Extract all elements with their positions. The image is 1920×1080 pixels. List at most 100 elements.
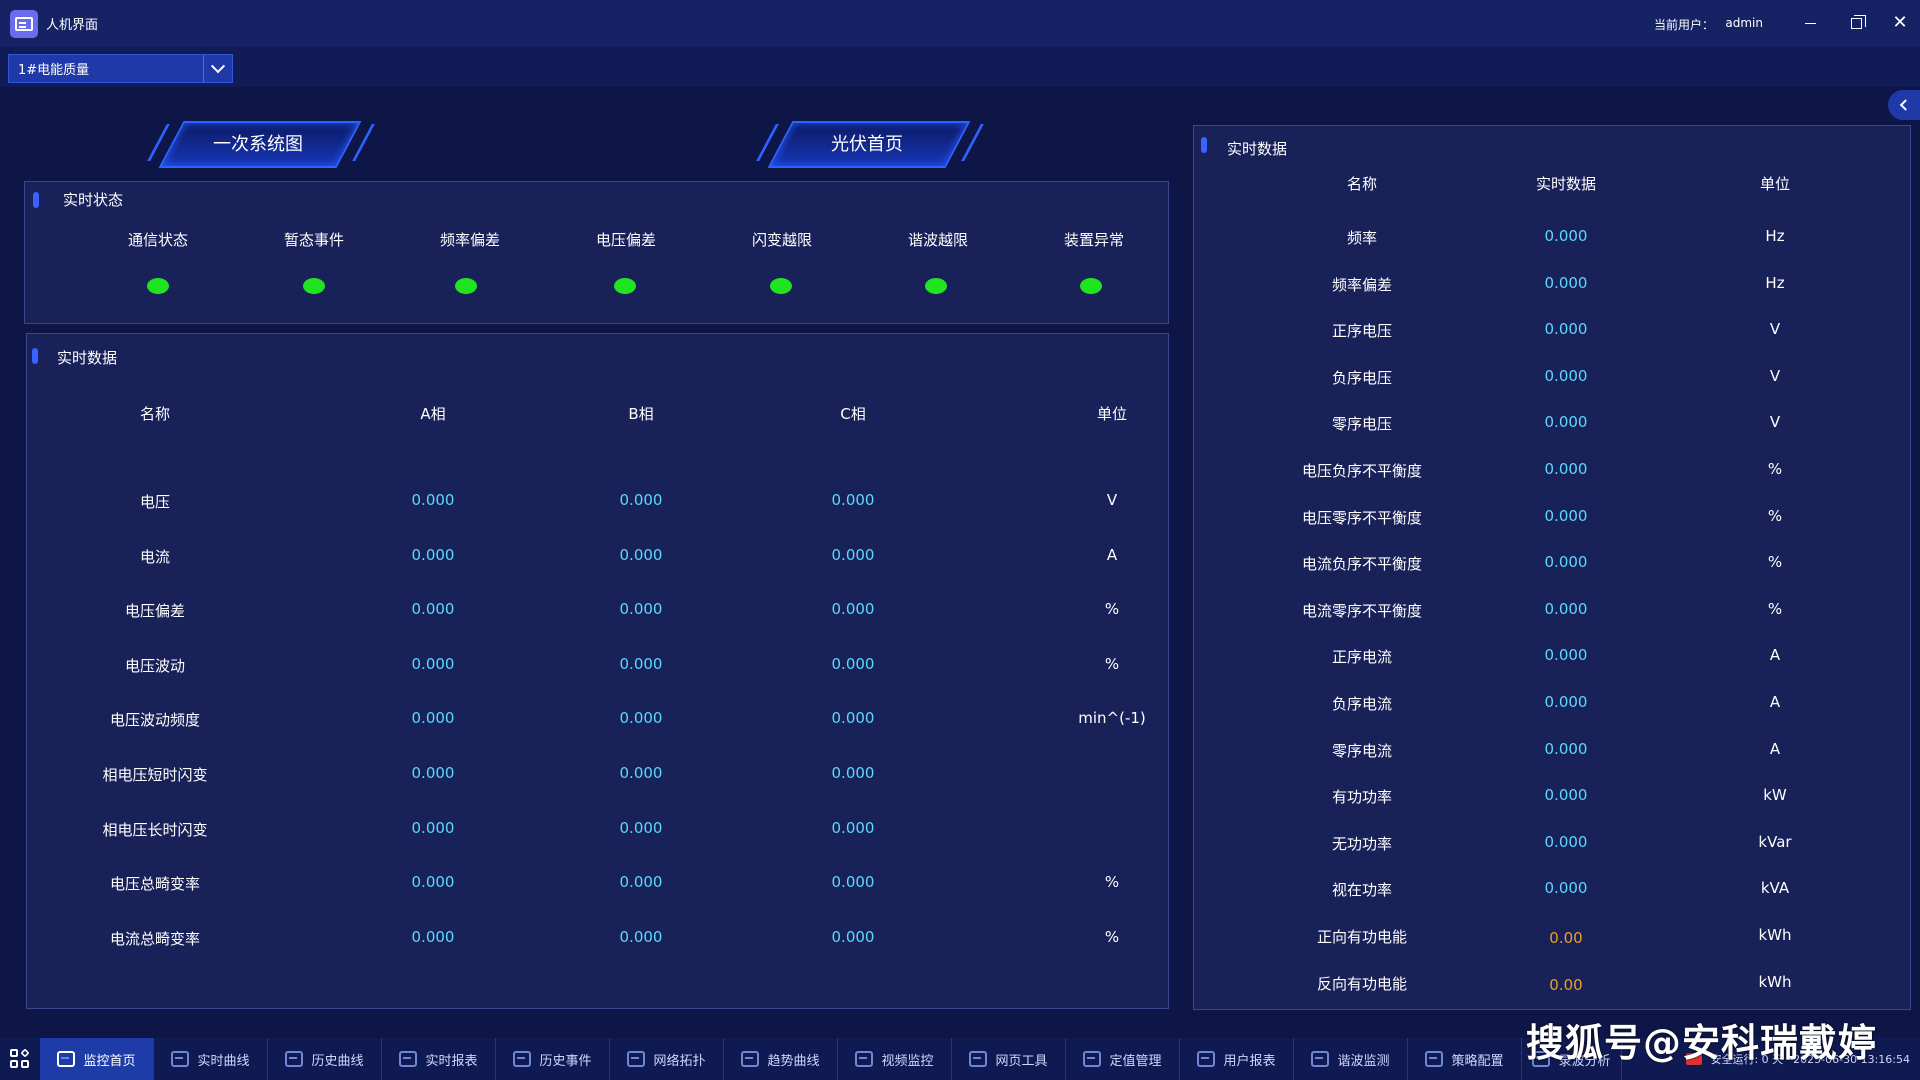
phase-c-value: 0.000: [831, 546, 875, 564]
row-unit: kW: [1763, 786, 1787, 804]
row-name: 频率: [1346, 229, 1377, 247]
module-icon: [1083, 1051, 1102, 1067]
status-indicator-transient-event: [303, 278, 325, 294]
current-user-label: 当前用户：: [1653, 18, 1714, 32]
status-label: 电压偏差: [595, 231, 656, 249]
row-name: 正序电流: [1331, 648, 1392, 666]
taskbar-item-5[interactable]: 网络拓扑: [610, 1038, 724, 1080]
device-selector[interactable]: 1#电能质量: [8, 54, 233, 83]
row-value: 0.000: [1544, 693, 1588, 711]
taskbar-item-10[interactable]: 用户报表: [1180, 1038, 1294, 1080]
module-icon: [1311, 1051, 1330, 1067]
status-label: 频率偏差: [439, 231, 500, 249]
phase-a-value: 0.000: [411, 819, 455, 837]
taskbar-item-7[interactable]: 视频监控: [838, 1038, 952, 1080]
column-header: 单位: [1096, 405, 1127, 423]
status-item-device-fault: 装置异常: [1029, 229, 1159, 250]
module-icon: [513, 1051, 532, 1067]
row-name: 电流零序不平衡度: [1301, 602, 1422, 620]
phase-b-value: 0.000: [619, 600, 663, 618]
module-icon: [1425, 1051, 1444, 1067]
module-icon: [57, 1051, 76, 1067]
row-name: 视在功率: [1331, 881, 1392, 899]
close-icon: ✕: [1892, 12, 1908, 33]
row-name: 电流总畸变率: [109, 930, 200, 948]
realtime-status-panel: 实时状态 通信状态 暂态事件 频率偏差 电压偏差 闪变越限 谐波越限 装置异常: [24, 181, 1169, 324]
row-unit: A: [1769, 740, 1781, 758]
row-name: 电压波动: [124, 657, 185, 675]
panel-collapse-button[interactable]: [1888, 90, 1920, 120]
taskbar-item-label: 网络拓扑: [653, 1053, 706, 1069]
row-name: 电流: [139, 548, 170, 566]
watermark-text: 搜狐号@安科瑞戴婷: [1526, 1021, 1878, 1065]
realtime-summary-data-panel: 实时数据 名称 实时数据 单位 频率 0.000 Hz 频率偏差 0.000 Hz 正序电压 0.0…: [1193, 125, 1911, 1010]
phase-a-value: 0.000: [411, 709, 455, 727]
taskbar-item-label: 视频监控: [881, 1053, 934, 1069]
module-icon: [171, 1051, 190, 1067]
status-indicator-harmonic-limit: [925, 278, 947, 294]
taskbar-item-label: 历史事件: [539, 1053, 592, 1069]
row-name: 负序电压: [1331, 369, 1392, 387]
app-grid-icon: [10, 1048, 30, 1069]
device-selector-toggle[interactable]: [203, 55, 232, 82]
row-name: 正向有功电能: [1316, 928, 1407, 946]
taskbar-item-6[interactable]: 趋势曲线: [724, 1038, 838, 1080]
taskbar-item-3[interactable]: 实时报表: [382, 1038, 496, 1080]
row-unit: %: [1767, 600, 1783, 618]
row-value: 0.000: [1544, 786, 1588, 804]
tab-primary-system-diagram[interactable]: 一次系统图: [163, 121, 353, 164]
panel-title: 实时状态: [63, 191, 124, 209]
restore-button[interactable]: [1842, 10, 1870, 36]
row-value: 0.000: [1544, 274, 1588, 292]
minimize-button[interactable]: [1796, 10, 1824, 36]
row-unit: %: [1104, 655, 1120, 673]
start-menu-button[interactable]: [0, 1038, 40, 1080]
panel-marker: [33, 192, 39, 208]
phase-b-value: 0.000: [619, 709, 663, 727]
tab-pv-home[interactable]: 光伏首页: [772, 121, 962, 164]
row-unit: kWh: [1758, 973, 1792, 991]
status-label: 暂态事件: [283, 231, 344, 249]
taskbar-item-8[interactable]: 网页工具: [952, 1038, 1066, 1080]
column-header: 名称: [139, 405, 170, 423]
row-unit: V: [1106, 491, 1118, 509]
row-unit: min^(-1): [1078, 709, 1146, 727]
current-user-name: admin: [1725, 16, 1763, 30]
row-unit: A: [1769, 693, 1781, 711]
row-unit: A: [1106, 546, 1118, 564]
taskbar-item-1[interactable]: 实时曲线: [154, 1038, 268, 1080]
app-logo-icon: [10, 9, 38, 38]
restore-icon: [1850, 14, 1866, 29]
close-button[interactable]: ✕: [1886, 10, 1914, 36]
title-bar: 人机界面 当前用户： admin ✕: [0, 0, 1920, 47]
phase-a-value: 0.000: [411, 928, 455, 946]
panel-title: 实时数据: [57, 349, 118, 367]
taskbar-item-2[interactable]: 历史曲线: [268, 1038, 382, 1080]
row-value: 0.00: [1549, 929, 1583, 947]
row-unit: %: [1767, 507, 1783, 525]
taskbar-item-9[interactable]: 定值管理: [1066, 1038, 1180, 1080]
row-name: 电压总畸变率: [109, 875, 200, 893]
chevron-left-icon: [1899, 99, 1912, 111]
row-value: 0.000: [1544, 833, 1588, 851]
row-value: 0.000: [1544, 460, 1588, 478]
taskbar-item-0[interactable]: 监控首页: [40, 1038, 154, 1080]
row-name: 相电压长时闪变: [102, 821, 208, 839]
taskbar-item-4[interactable]: 历史事件: [496, 1038, 610, 1080]
status-label: 谐波越限: [907, 231, 968, 249]
status-indicator-frequency-deviation: [455, 278, 477, 294]
realtime-phase-data-panel: 实时数据 名称 A相 B相 C相 单位 电压 0.000 0.000 0.000 V 电流 0.000…: [26, 333, 1169, 1009]
row-name: 电流负序不平衡度: [1301, 555, 1422, 573]
taskbar-item-label: 定值管理: [1109, 1053, 1162, 1069]
taskbar-item-label: 实时报表: [425, 1053, 478, 1069]
taskbar-item-label: 策略配置: [1451, 1053, 1504, 1069]
row-value: 0.000: [1544, 553, 1588, 571]
taskbar-item-label: 实时曲线: [197, 1053, 250, 1069]
phase-a-value: 0.000: [411, 546, 455, 564]
taskbar-item-12[interactable]: 策略配置: [1408, 1038, 1522, 1080]
row-value: 0.000: [1544, 227, 1588, 245]
row-name: 电压: [139, 493, 170, 511]
taskbar-item-11[interactable]: 谐波监测: [1294, 1038, 1408, 1080]
row-unit: %: [1104, 873, 1120, 891]
phase-c-value: 0.000: [831, 600, 875, 618]
